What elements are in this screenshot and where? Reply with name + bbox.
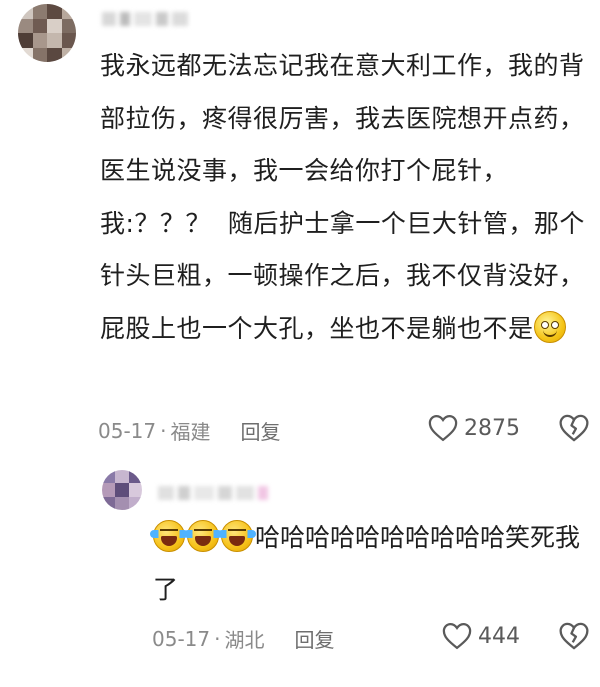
- comment-body: 我永远都无法忘记我在意大利工作，我的背部拉伤，疼得很厉害，我去医院想开点药，医生…: [100, 51, 585, 343]
- broken-heart-icon: [559, 622, 589, 650]
- dislike-button[interactable]: [558, 414, 590, 446]
- comment-date: 05-17: [98, 418, 157, 443]
- reply-like-button[interactable]: 444: [442, 622, 520, 650]
- laugh-cry-emoji-icon: [184, 520, 222, 552]
- comment-text: 我永远都无法忘记我在意大利工作，我的背部拉伤，疼得很厉害，我去医院想开点药，医生…: [100, 40, 590, 355]
- separator-dot: ·: [214, 626, 221, 651]
- laugh-cry-emoji-icon: [218, 520, 256, 552]
- laugh-cry-emoji-icon: [150, 520, 188, 552]
- smile-emoji-icon: [533, 310, 566, 343]
- reply-username-blurred[interactable]: [158, 486, 268, 500]
- reply-like-count: 444: [478, 623, 520, 649]
- user-avatar[interactable]: [18, 4, 76, 62]
- reply-date: 05-17: [152, 626, 211, 651]
- like-count: 2875: [464, 415, 520, 441]
- reply-meta: 05-17 · 湖北 回复: [152, 624, 334, 653]
- reply-button[interactable]: 回复: [240, 416, 280, 445]
- reply-reply-button[interactable]: 回复: [294, 624, 334, 653]
- like-button[interactable]: 2875: [428, 414, 520, 442]
- reply-dislike-button[interactable]: [558, 622, 590, 654]
- reply-user-avatar[interactable]: [102, 470, 142, 510]
- comment-location: 福建: [170, 420, 211, 444]
- heart-icon: [428, 414, 458, 442]
- comment-meta: 05-17 · 福建 回复: [98, 416, 280, 445]
- reply-location: 湖北: [224, 628, 265, 652]
- separator-dot: ·: [160, 418, 167, 443]
- heart-icon: [442, 622, 472, 650]
- reply-text: 哈哈哈哈哈哈哈哈哈哈笑死我了: [150, 512, 593, 616]
- broken-heart-icon: [559, 414, 589, 442]
- username-blurred[interactable]: [102, 12, 188, 26]
